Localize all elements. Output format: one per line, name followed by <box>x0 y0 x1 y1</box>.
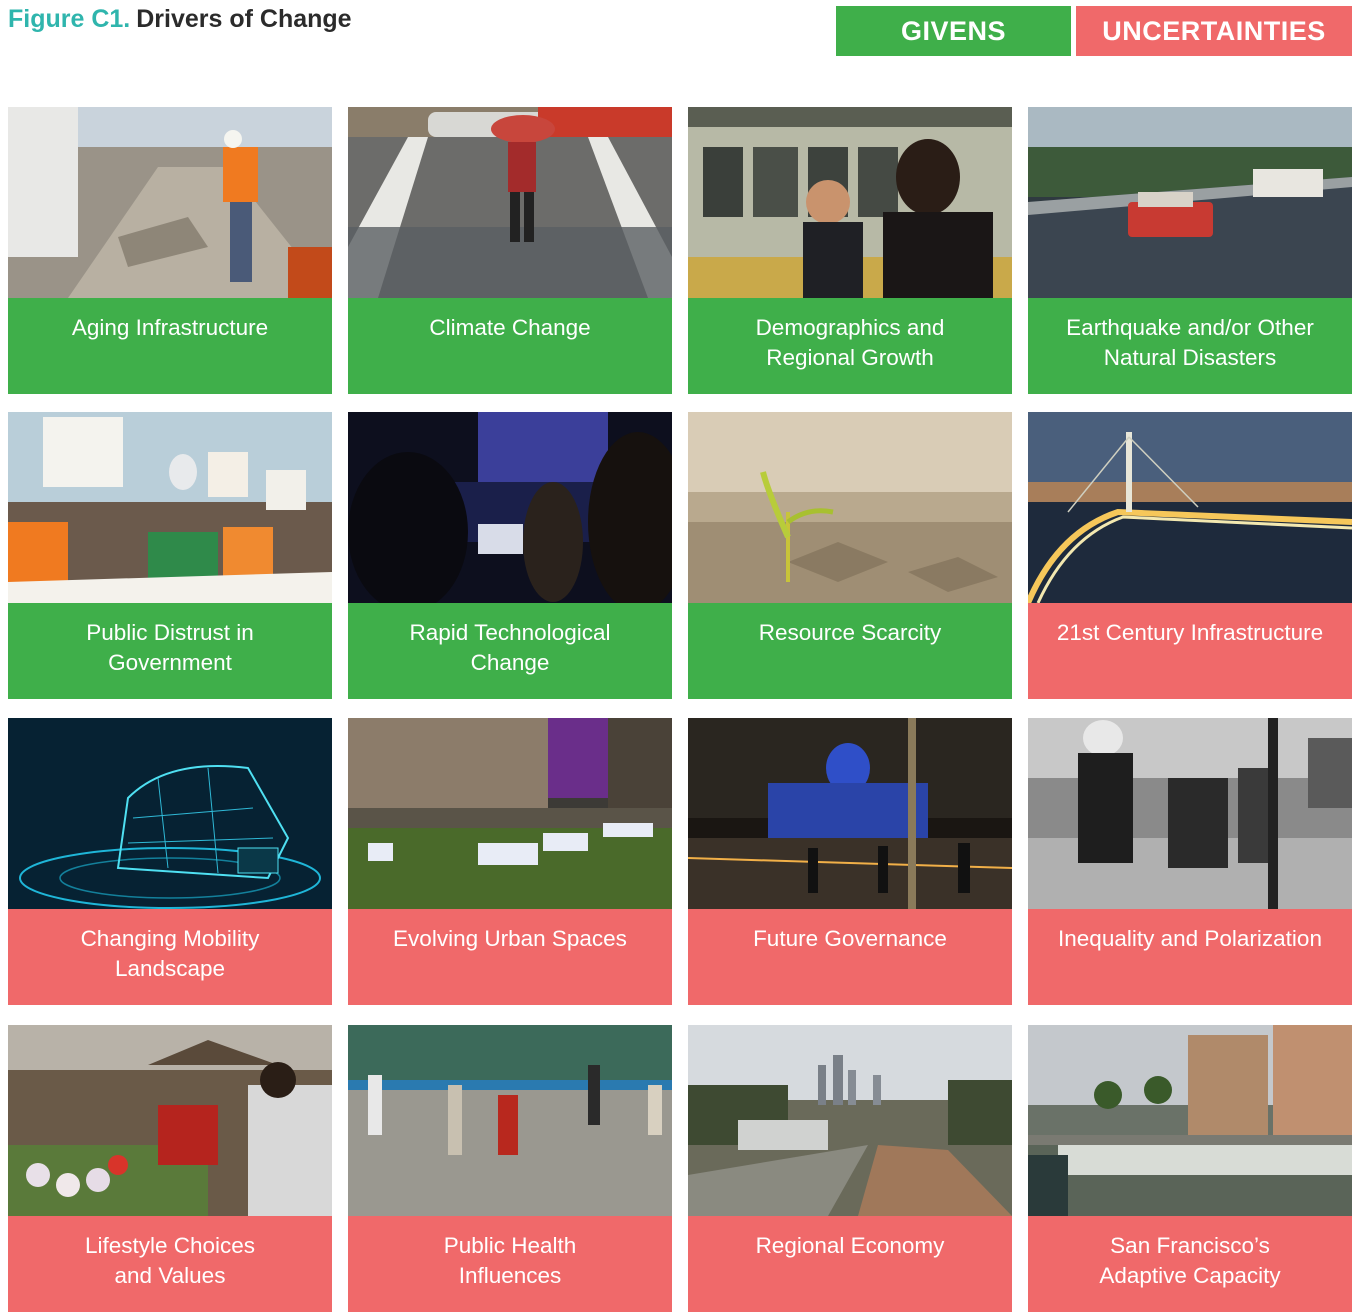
caption-line: and Values <box>114 1263 226 1288</box>
driver-caption: Demographics and Regional Growth <box>688 298 1012 394</box>
driver-card: San Francisco’s Adaptive Capacity <box>1028 1025 1352 1312</box>
driver-card: Evolving Urban Spaces <box>348 718 672 1005</box>
caption-line: Rapid Technological <box>409 620 611 645</box>
caption-line: Regional Growth <box>766 345 934 370</box>
caption-line: 21st Century Infrastructure <box>1056 620 1324 645</box>
waterfront-seawall-image <box>1028 1025 1352 1216</box>
caption-line: Influences <box>458 1263 562 1288</box>
driver-card: Aging Infrastructure <box>8 107 332 394</box>
caption-line: Lifestyle Choices <box>84 1233 256 1258</box>
driver-caption: Changing Mobility Landscape <box>8 909 332 1005</box>
caption-line: Climate Change <box>429 315 591 340</box>
driver-caption: Public Distrust in Government <box>8 603 332 699</box>
bart-train-skyline-image <box>688 1025 1012 1216</box>
driver-card: Resource Scarcity <box>688 412 1012 699</box>
figure-label: Figure C1. <box>8 5 131 33</box>
driver-caption: Aging Infrastructure <box>8 298 332 394</box>
urban-plaza-seating-image <box>348 718 672 909</box>
driver-caption: Public Health Influences <box>348 1216 672 1312</box>
driver-card: Earthquake and/or Other Natural Disaster… <box>1028 107 1352 394</box>
caption-line: Public Health <box>443 1233 577 1258</box>
caption-line: Aging Infrastructure <box>71 315 269 340</box>
driver-caption: 21st Century Infrastructure <box>1028 603 1352 699</box>
driver-caption: Lifestyle Choices and Values <box>8 1216 332 1312</box>
caption-line: San Francisco’s <box>1110 1233 1270 1258</box>
caption-line: Inequality and Polarization <box>1058 926 1322 951</box>
legend-givens: GIVENS <box>836 6 1071 56</box>
driver-caption: Climate Change <box>348 298 672 394</box>
driver-card: Public Distrust in Government <box>8 412 332 699</box>
police-protesters-image <box>1028 718 1352 909</box>
road-construction-worker-image <box>8 107 332 298</box>
caption-line: Public Distrust in <box>86 620 254 645</box>
driver-card: Regional Economy <box>688 1025 1012 1312</box>
bay-bridge-night-image <box>1028 412 1352 603</box>
caption-line: Landscape <box>114 956 226 981</box>
protest-march-image <box>8 412 332 603</box>
driver-card: Climate Change <box>348 107 672 394</box>
train-platform-mother-child-image <box>688 107 1012 298</box>
figure-title-text: Drivers of Change <box>136 5 352 33</box>
figure-title: Figure C1. Drivers of Change <box>8 5 352 34</box>
flooded-street-umbrella-image <box>348 107 672 298</box>
caption-line: Change <box>470 650 550 675</box>
caption-line: Demographics and <box>755 315 945 340</box>
driver-caption: Evolving Urban Spaces <box>348 909 672 1005</box>
caption-line: Earthquake and/or Other <box>1066 315 1314 340</box>
driver-card: Inequality and Polarization <box>1028 718 1352 1005</box>
caption-line: Future Governance <box>753 926 947 951</box>
farmers-market-image <box>8 1025 332 1216</box>
driver-caption: Future Governance <box>688 909 1012 1005</box>
driver-caption: San Francisco’s Adaptive Capacity <box>1028 1216 1352 1312</box>
driver-caption: Earthquake and/or Other Natural Disaster… <box>1028 298 1352 394</box>
driver-caption: Resource Scarcity <box>688 603 1012 699</box>
legend-uncertainties: UNCERTAINTIES <box>1076 6 1352 56</box>
driver-card: Public Health Influences <box>348 1025 672 1312</box>
caption-line: Regional Economy <box>755 1233 945 1258</box>
caption-line: Natural Disasters <box>1103 345 1277 370</box>
driver-caption: Inequality and Polarization <box>1028 909 1352 1005</box>
driver-card: Demographics and Regional Growth <box>688 107 1012 394</box>
caption-line: Government <box>108 650 232 675</box>
driver-card: Rapid Technological Change <box>348 412 672 699</box>
tech-event-audience-image <box>348 412 672 603</box>
caption-line: Resource Scarcity <box>758 620 942 645</box>
seedling-dry-soil-image <box>688 412 1012 603</box>
driver-caption: Regional Economy <box>688 1216 1012 1312</box>
collapsed-freeway-image <box>1028 107 1352 298</box>
driver-card: Future Governance <box>688 718 1012 1005</box>
tai-chi-park-image <box>348 1025 672 1216</box>
wireframe-car-image <box>8 718 332 909</box>
driver-card: Lifestyle Choices and Values <box>8 1025 332 1312</box>
caption-line: Changing Mobility <box>80 926 260 951</box>
city-hall-night-image <box>688 718 1012 909</box>
driver-caption: Rapid Technological Change <box>348 603 672 699</box>
caption-line: Evolving Urban Spaces <box>393 926 627 951</box>
caption-line: Adaptive Capacity <box>1099 1263 1281 1288</box>
driver-card: 21st Century Infrastructure <box>1028 412 1352 699</box>
driver-card: Changing Mobility Landscape <box>8 718 332 1005</box>
